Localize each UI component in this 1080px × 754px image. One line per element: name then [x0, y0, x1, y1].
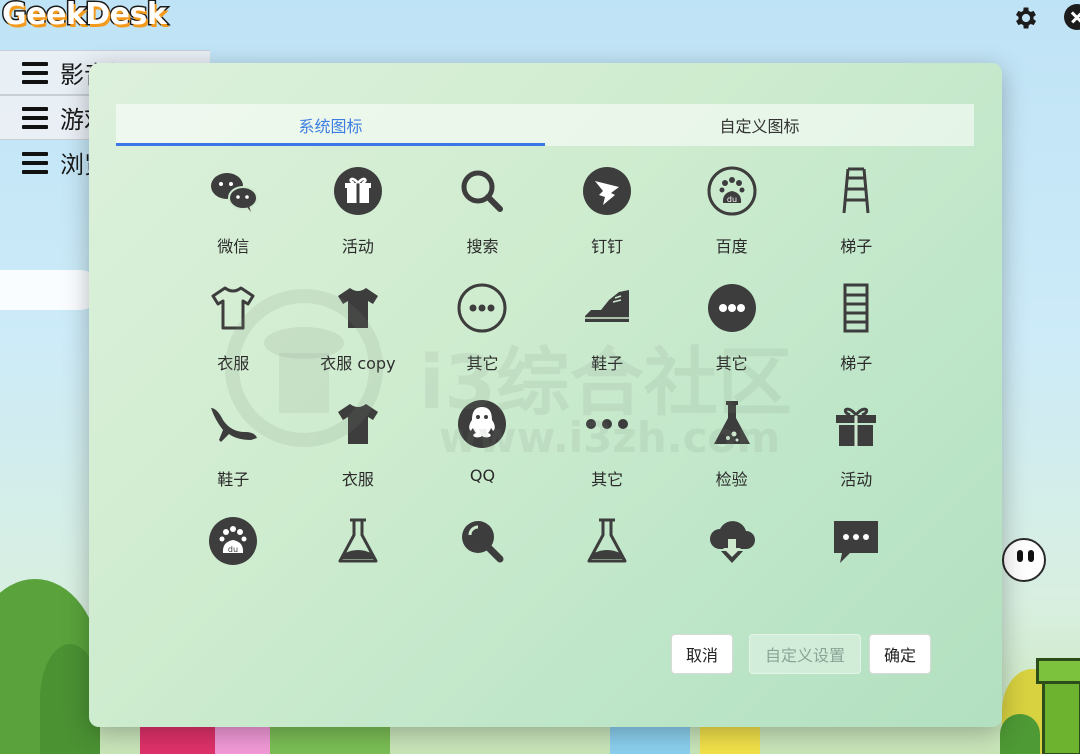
flask-filled-icon	[706, 398, 758, 454]
more-outline-icon	[456, 282, 508, 338]
icon-option[interactable]: 梯子	[794, 165, 919, 282]
menu-icon	[22, 106, 48, 129]
gift-circle-icon	[332, 165, 384, 221]
icon-option[interactable]: 检验	[669, 398, 794, 515]
flask-outline-icon	[581, 515, 633, 571]
icon-option-label: 百度	[715, 237, 748, 256]
icon-option[interactable]: 其它	[420, 282, 545, 399]
icon-option[interactable]: 检验	[545, 515, 670, 588]
green-hill	[1000, 714, 1040, 754]
tab-system-icons[interactable]: 系统图标	[116, 104, 545, 146]
sneaker-icon	[581, 282, 633, 338]
icon-option[interactable]: 微信	[171, 165, 296, 282]
icon-option[interactable]: 衣服	[296, 398, 421, 515]
icon-option[interactable]: 其它	[545, 398, 670, 515]
settings-button[interactable]	[1012, 4, 1040, 32]
menu-icon	[22, 151, 48, 174]
icon-option-label: 搜索	[466, 583, 498, 588]
icon-option-label: 衣服 copy	[320, 353, 396, 373]
dingtalk-icon	[581, 165, 633, 221]
icon-option[interactable]: 搜索	[420, 165, 545, 282]
icon-option-label: 检验	[715, 470, 748, 489]
cloud	[0, 270, 100, 310]
icon-picker-dialog: 系统图标 自定义图标 微信 活动 搜索 钉钉 du 百度 梯子 衣服 衣服 copy 其它 鞋子 其它…	[89, 63, 1002, 727]
icon-option[interactable]: 鞋子	[171, 398, 296, 515]
icon-option-label: 衣服	[217, 353, 250, 373]
tshirt-filled-icon	[332, 398, 384, 454]
icon-option[interactable]: 衣服	[171, 282, 296, 399]
icon-option-label: 检验	[591, 583, 623, 588]
confirm-button[interactable]: 确定	[869, 634, 931, 674]
custom-settings-button[interactable]: 自定义设置	[749, 634, 861, 674]
icon-option[interactable]: 下载	[669, 515, 794, 588]
high-heel-icon	[207, 398, 259, 454]
chat-icon	[830, 515, 882, 571]
tshirt-filled-icon	[332, 282, 384, 338]
baidu-icon: du	[706, 165, 758, 221]
icon-option[interactable]: 钉钉	[545, 165, 670, 282]
more-filled-icon	[706, 282, 758, 338]
icon-option-label: 活动	[840, 470, 873, 489]
icon-option[interactable]: du 百度	[669, 165, 794, 282]
icon-option-label: 衣服	[341, 470, 374, 489]
icon-option[interactable]: 其它	[669, 282, 794, 399]
search-icon	[456, 165, 508, 221]
icon-option[interactable]: 搜索	[420, 515, 545, 588]
green-pipe	[1036, 658, 1080, 754]
icon-option-label: 鞋子	[217, 470, 250, 489]
svg-text:du: du	[727, 195, 737, 204]
icon-option[interactable]: du 百度 -01	[171, 515, 296, 588]
qq-icon	[456, 398, 508, 454]
gift-box-icon	[830, 398, 882, 454]
dots-icon	[581, 398, 633, 454]
icon-option[interactable]: 活动	[296, 165, 421, 282]
ladder-boxed-icon	[830, 282, 882, 338]
icon-option[interactable]: 会话	[794, 515, 919, 588]
wechat-icon	[207, 165, 259, 221]
menu-icon	[22, 61, 48, 84]
icon-option[interactable]: QQ	[420, 398, 545, 515]
icon-option-label: 梯子	[840, 353, 873, 373]
icon-option-label: 检验	[342, 583, 374, 588]
icon-option[interactable]: 衣服 copy	[296, 282, 421, 399]
ladder-icon	[830, 165, 882, 221]
icon-option-label: 会话	[840, 583, 872, 588]
ghost-character	[1002, 538, 1046, 582]
icon-grid-scroll[interactable]: 微信 活动 搜索 钉钉 du 百度 梯子 衣服 衣服 copy 其它 鞋子 其它 梯子 鞋子 衣服 QQ 其它检…	[116, 153, 974, 587]
icon-option-label: 钉钉	[591, 237, 624, 256]
icon-option-label: 搜索	[466, 237, 499, 256]
icon-option-label: 百度 -01	[202, 583, 265, 588]
icon-option-label: 其它	[466, 353, 499, 373]
icon-option-label: 下载	[716, 583, 748, 588]
icon-option[interactable]: 活动	[794, 398, 919, 515]
icon-option-label: 其它	[591, 470, 624, 489]
icon-option-label: 活动	[341, 237, 374, 256]
cancel-button[interactable]: 取消	[671, 634, 733, 674]
icon-option-label: 鞋子	[591, 353, 624, 373]
tab-custom-icons[interactable]: 自定义图标	[545, 104, 974, 146]
search-bold-icon	[456, 515, 508, 571]
baidu-filled-icon: du	[207, 515, 259, 571]
icon-tabs: 系统图标 自定义图标	[116, 104, 974, 146]
icon-grid: 微信 活动 搜索 钉钉 du 百度 梯子 衣服 衣服 copy 其它 鞋子 其它 梯子 鞋子 衣服 QQ 其它检…	[171, 165, 919, 587]
svg-text:du: du	[228, 545, 238, 554]
icon-option[interactable]: 梯子	[794, 282, 919, 399]
cloud-download-icon	[706, 515, 758, 571]
icon-option-label: 梯子	[840, 237, 873, 256]
gear-icon	[1015, 7, 1037, 29]
flask-outline-icon	[332, 515, 384, 571]
icon-option-label: QQ	[469, 466, 496, 485]
icon-option[interactable]: 鞋子	[545, 282, 670, 399]
icon-option-label: 其它	[715, 353, 748, 373]
app-logo: GeekDesk	[0, 0, 168, 34]
icon-option[interactable]: 检验	[296, 515, 421, 588]
tshirt-outline-icon	[207, 282, 259, 338]
icon-option-label: 微信	[217, 237, 250, 256]
